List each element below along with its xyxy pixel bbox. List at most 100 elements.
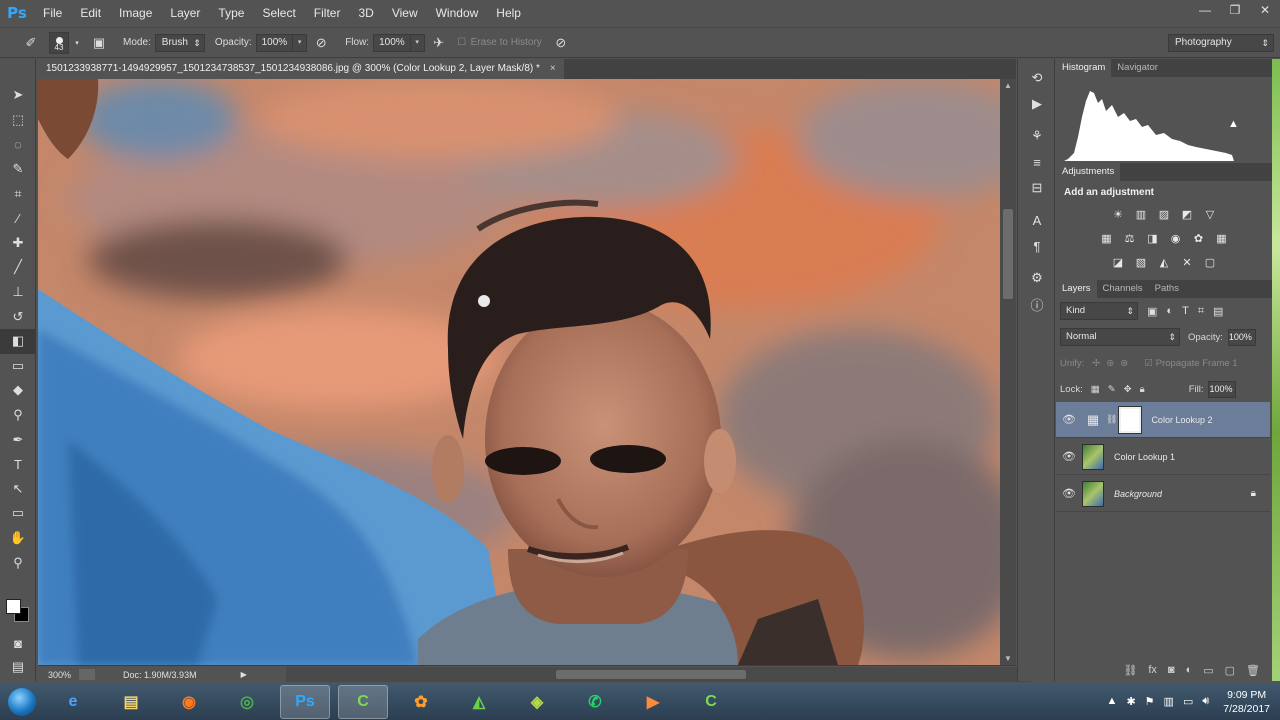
paragraph-panel-icon[interactable]: ¶ bbox=[1018, 235, 1056, 257]
menu-view[interactable]: View bbox=[383, 0, 427, 26]
tab-layers[interactable]: Layers bbox=[1056, 280, 1097, 298]
character-panel-icon[interactable]: A bbox=[1018, 209, 1056, 231]
zoom-tool-icon[interactable]: ⚲ bbox=[0, 550, 36, 575]
lasso-tool-icon[interactable]: ◌ bbox=[0, 132, 36, 157]
document-canvas[interactable] bbox=[38, 79, 1000, 665]
app-green-icon[interactable]: ◭ bbox=[454, 685, 504, 719]
brush-tool-icon[interactable]: ╱ bbox=[0, 255, 36, 280]
clone-stamp-tool-icon[interactable]: ⊥ bbox=[0, 280, 36, 305]
menu-image[interactable]: Image bbox=[110, 0, 161, 26]
show-hidden-icons-icon[interactable]: ▲ bbox=[1107, 695, 1118, 708]
info-panel-icon[interactable]: ⓘ bbox=[1018, 293, 1056, 315]
vertical-scrollbar[interactable]: ▲ ▼ bbox=[1000, 79, 1016, 665]
new-layer-icon[interactable]: ▢ bbox=[1225, 664, 1235, 677]
eraser-tool-preset-icon[interactable]: ✐ bbox=[20, 32, 42, 54]
eraser-tool-icon[interactable]: ◧ bbox=[0, 328, 36, 354]
menu-file[interactable]: File bbox=[34, 0, 71, 26]
flow-dropdown-icon[interactable]: ▾ bbox=[410, 33, 425, 52]
mask-link-icon[interactable]: ⛓ bbox=[1106, 414, 1117, 425]
curves-icon[interactable]: ▨ bbox=[1156, 207, 1173, 224]
tab-channels[interactable]: Channels bbox=[1097, 280, 1149, 298]
color-lookup-icon[interactable]: ▦ bbox=[1213, 231, 1230, 248]
camtasia-recorder-icon[interactable]: C bbox=[686, 685, 736, 719]
close-tab-icon[interactable]: × bbox=[550, 63, 556, 74]
start-button[interactable] bbox=[0, 683, 44, 720]
airbrush-icon[interactable]: ✈ bbox=[428, 32, 450, 54]
menu-layer[interactable]: Layer bbox=[161, 0, 209, 26]
blur-tool-icon[interactable]: ◆ bbox=[0, 378, 36, 403]
visibility-eye-icon[interactable]: 👁︎ bbox=[1056, 487, 1082, 500]
gradient-map-icon[interactable]: ▢ bbox=[1202, 255, 1219, 272]
pressure-opacity-icon[interactable]: ⊘ bbox=[310, 32, 332, 54]
photo-filter-icon[interactable]: ◉ bbox=[1167, 231, 1184, 248]
hand-tool-icon[interactable]: ✋ bbox=[0, 526, 36, 551]
visibility-eye-icon[interactable]: 👁︎ bbox=[1056, 450, 1082, 463]
quick-mask-icon[interactable]: ◙ bbox=[0, 631, 36, 656]
mode-select[interactable]: Brush bbox=[154, 33, 205, 52]
horizontal-scrollbar[interactable] bbox=[286, 667, 1031, 682]
lock-transparent-icon[interactable]: ▦ bbox=[1091, 384, 1100, 395]
scroll-down-icon[interactable]: ▼ bbox=[1004, 654, 1012, 663]
type-tool-icon[interactable]: T bbox=[0, 452, 36, 477]
brightness-contrast-icon[interactable]: ☀ bbox=[1110, 207, 1127, 224]
hue-saturation-icon[interactable]: ▦ bbox=[1098, 231, 1115, 248]
kind-filter-select[interactable]: Kind bbox=[1060, 302, 1138, 320]
smart-object-filter-icon[interactable]: ▤ bbox=[1213, 305, 1223, 318]
action-center-icon[interactable]: ⚑ bbox=[1145, 695, 1155, 708]
clone-source-icon[interactable]: ⊟ bbox=[1018, 177, 1056, 199]
healing-brush-tool-icon[interactable]: ✚ bbox=[0, 231, 36, 256]
posterize-icon[interactable]: ▧ bbox=[1133, 255, 1150, 272]
delete-layer-icon[interactable]: 🗑︎ bbox=[1246, 664, 1260, 677]
chrome-icon[interactable]: ◎ bbox=[222, 685, 272, 719]
crop-tool-icon[interactable]: ⌗ bbox=[0, 181, 36, 206]
menu-filter[interactable]: Filter bbox=[305, 0, 350, 26]
path-selection-tool-icon[interactable]: ↖ bbox=[0, 477, 36, 502]
document-tab[interactable]: 1501233938771-1494929957_1501234738537_1… bbox=[38, 59, 564, 79]
tab-paths[interactable]: Paths bbox=[1149, 280, 1185, 298]
exposure-icon[interactable]: ◩ bbox=[1179, 207, 1196, 224]
lock-pixels-icon[interactable]: ✎ bbox=[1108, 384, 1116, 395]
vibrance-icon[interactable]: ▽ bbox=[1202, 207, 1219, 224]
brush-picker-arrow-icon[interactable]: ▾ bbox=[72, 32, 82, 54]
move-tool-icon[interactable]: ➤ bbox=[0, 83, 36, 108]
link-layers-icon[interactable]: ⛓ bbox=[1123, 664, 1137, 677]
lock-position-icon[interactable]: ✥ bbox=[1124, 384, 1132, 395]
rectangle-tool-icon[interactable]: ▭ bbox=[0, 501, 36, 526]
menu-select[interactable]: Select bbox=[253, 0, 304, 26]
menu-help[interactable]: Help bbox=[487, 0, 530, 26]
opacity-dropdown-icon[interactable]: ▾ bbox=[293, 33, 308, 52]
layer-background[interactable]: 👁︎ Background 🔒︎ bbox=[1056, 476, 1270, 512]
volume-icon[interactable]: 🔊︎ bbox=[1202, 695, 1209, 708]
quick-selection-tool-icon[interactable]: ✎ bbox=[0, 157, 36, 182]
marquee-tool-icon[interactable]: ⬚ bbox=[0, 108, 36, 133]
black-white-icon[interactable]: ◨ bbox=[1144, 231, 1161, 248]
bluetooth-icon[interactable]: ✱ bbox=[1126, 695, 1135, 708]
screen-mode-icon[interactable]: ▤ bbox=[0, 655, 36, 680]
opacity-input[interactable]: 100% bbox=[255, 33, 294, 52]
adjustment-filter-icon[interactable]: ◐ bbox=[1166, 305, 1173, 317]
battery-icon[interactable]: ▭ bbox=[1183, 695, 1193, 708]
invert-icon[interactable]: ◪ bbox=[1110, 255, 1127, 272]
eyedropper-tool-icon[interactable]: ⁄ bbox=[0, 206, 36, 231]
pixel-filter-icon[interactable]: ▣ bbox=[1147, 305, 1157, 318]
whatsapp-icon[interactable]: ✆ bbox=[570, 685, 620, 719]
actions-panel-icon[interactable]: ▶ bbox=[1018, 93, 1056, 115]
firefox-icon[interactable]: ◉ bbox=[164, 685, 214, 719]
threshold-icon[interactable]: ◭ bbox=[1156, 255, 1173, 272]
history-brush-tool-icon[interactable]: ↺ bbox=[0, 304, 36, 329]
camtasia-icon[interactable]: C bbox=[338, 684, 388, 719]
brush-size-picker[interactable]: 43 bbox=[49, 31, 69, 54]
pen-tool-icon[interactable]: ✒ bbox=[0, 427, 36, 452]
network-icon[interactable]: ▥ bbox=[1164, 695, 1174, 708]
dodge-tool-icon[interactable]: ⚲ bbox=[0, 403, 36, 428]
app-orange-icon[interactable]: ✿ bbox=[396, 685, 446, 719]
minimize-button[interactable]: — bbox=[1190, 0, 1220, 22]
unify-visibility-icon[interactable]: ⊛ bbox=[1106, 358, 1114, 369]
scroll-up-icon[interactable]: ▲ bbox=[1004, 81, 1012, 90]
status-menu-arrow-icon[interactable]: ▶ bbox=[241, 670, 247, 679]
tab-adjustments[interactable]: Adjustments bbox=[1056, 163, 1121, 181]
brush-panel-icon[interactable]: ⚘ bbox=[1018, 125, 1056, 147]
clock[interactable]: 9:09 PM 7/28/2017 bbox=[1223, 688, 1270, 716]
layer-style-icon[interactable]: fx bbox=[1148, 664, 1157, 676]
propagate-checkbox[interactable]: ☑ bbox=[1144, 358, 1153, 369]
